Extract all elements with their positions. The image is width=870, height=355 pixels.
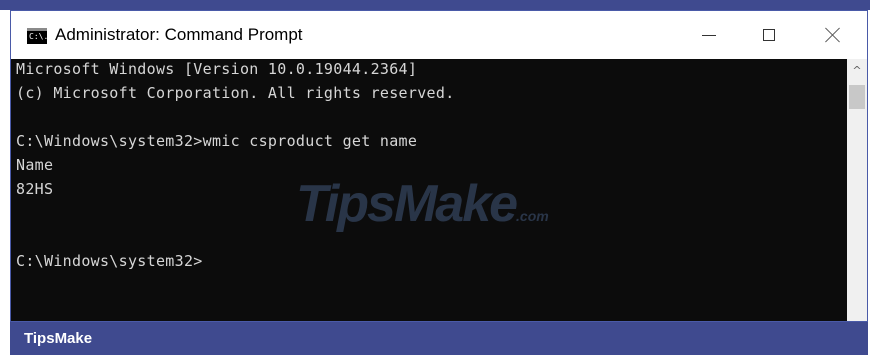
close-icon	[825, 27, 841, 43]
watermark-text: TipsMake	[296, 175, 518, 233]
cmd-icon-label: C:\.	[29, 32, 49, 41]
cmd-icon: C:\.	[27, 28, 49, 44]
console-line: Name	[16, 156, 54, 174]
console-line: Microsoft Windows [Version 10.0.19044.23…	[16, 60, 418, 78]
title-bar[interactable]: C:\. Administrator: Command Prompt	[11, 11, 867, 59]
scrollbar-thumb[interactable]	[849, 85, 865, 109]
window-title: Administrator: Command Prompt	[55, 25, 303, 44]
background-strip	[0, 0, 870, 10]
maximize-button[interactable]	[739, 11, 799, 59]
footer-brand: TipsMake	[24, 330, 93, 347]
watermark-suffix: .com	[516, 208, 549, 224]
maximize-icon	[763, 29, 775, 41]
console-line: 82HS	[16, 180, 54, 198]
vertical-scrollbar[interactable]: ^	[847, 59, 867, 321]
command-prompt-window: C:\. Administrator: Command Prompt Micro…	[10, 10, 868, 322]
minimize-button[interactable]	[679, 11, 739, 59]
close-button[interactable]	[803, 11, 863, 59]
screenshot-frame: C:\. Administrator: Command Prompt Micro…	[0, 0, 870, 355]
minimize-icon	[702, 34, 716, 36]
console-line: (c) Microsoft Corporation. All rights re…	[16, 84, 455, 102]
console-output[interactable]: Microsoft Windows [Version 10.0.19044.23…	[11, 59, 847, 321]
console-line: C:\Windows\system32>wmic csproduct get n…	[16, 132, 418, 150]
watermark-logo: TipsMake.com	[296, 174, 549, 234]
console-prompt: C:\Windows\system32>	[16, 252, 203, 270]
scroll-up-arrow-icon[interactable]: ^	[847, 63, 867, 79]
footer-bar: TipsMake	[10, 322, 868, 355]
